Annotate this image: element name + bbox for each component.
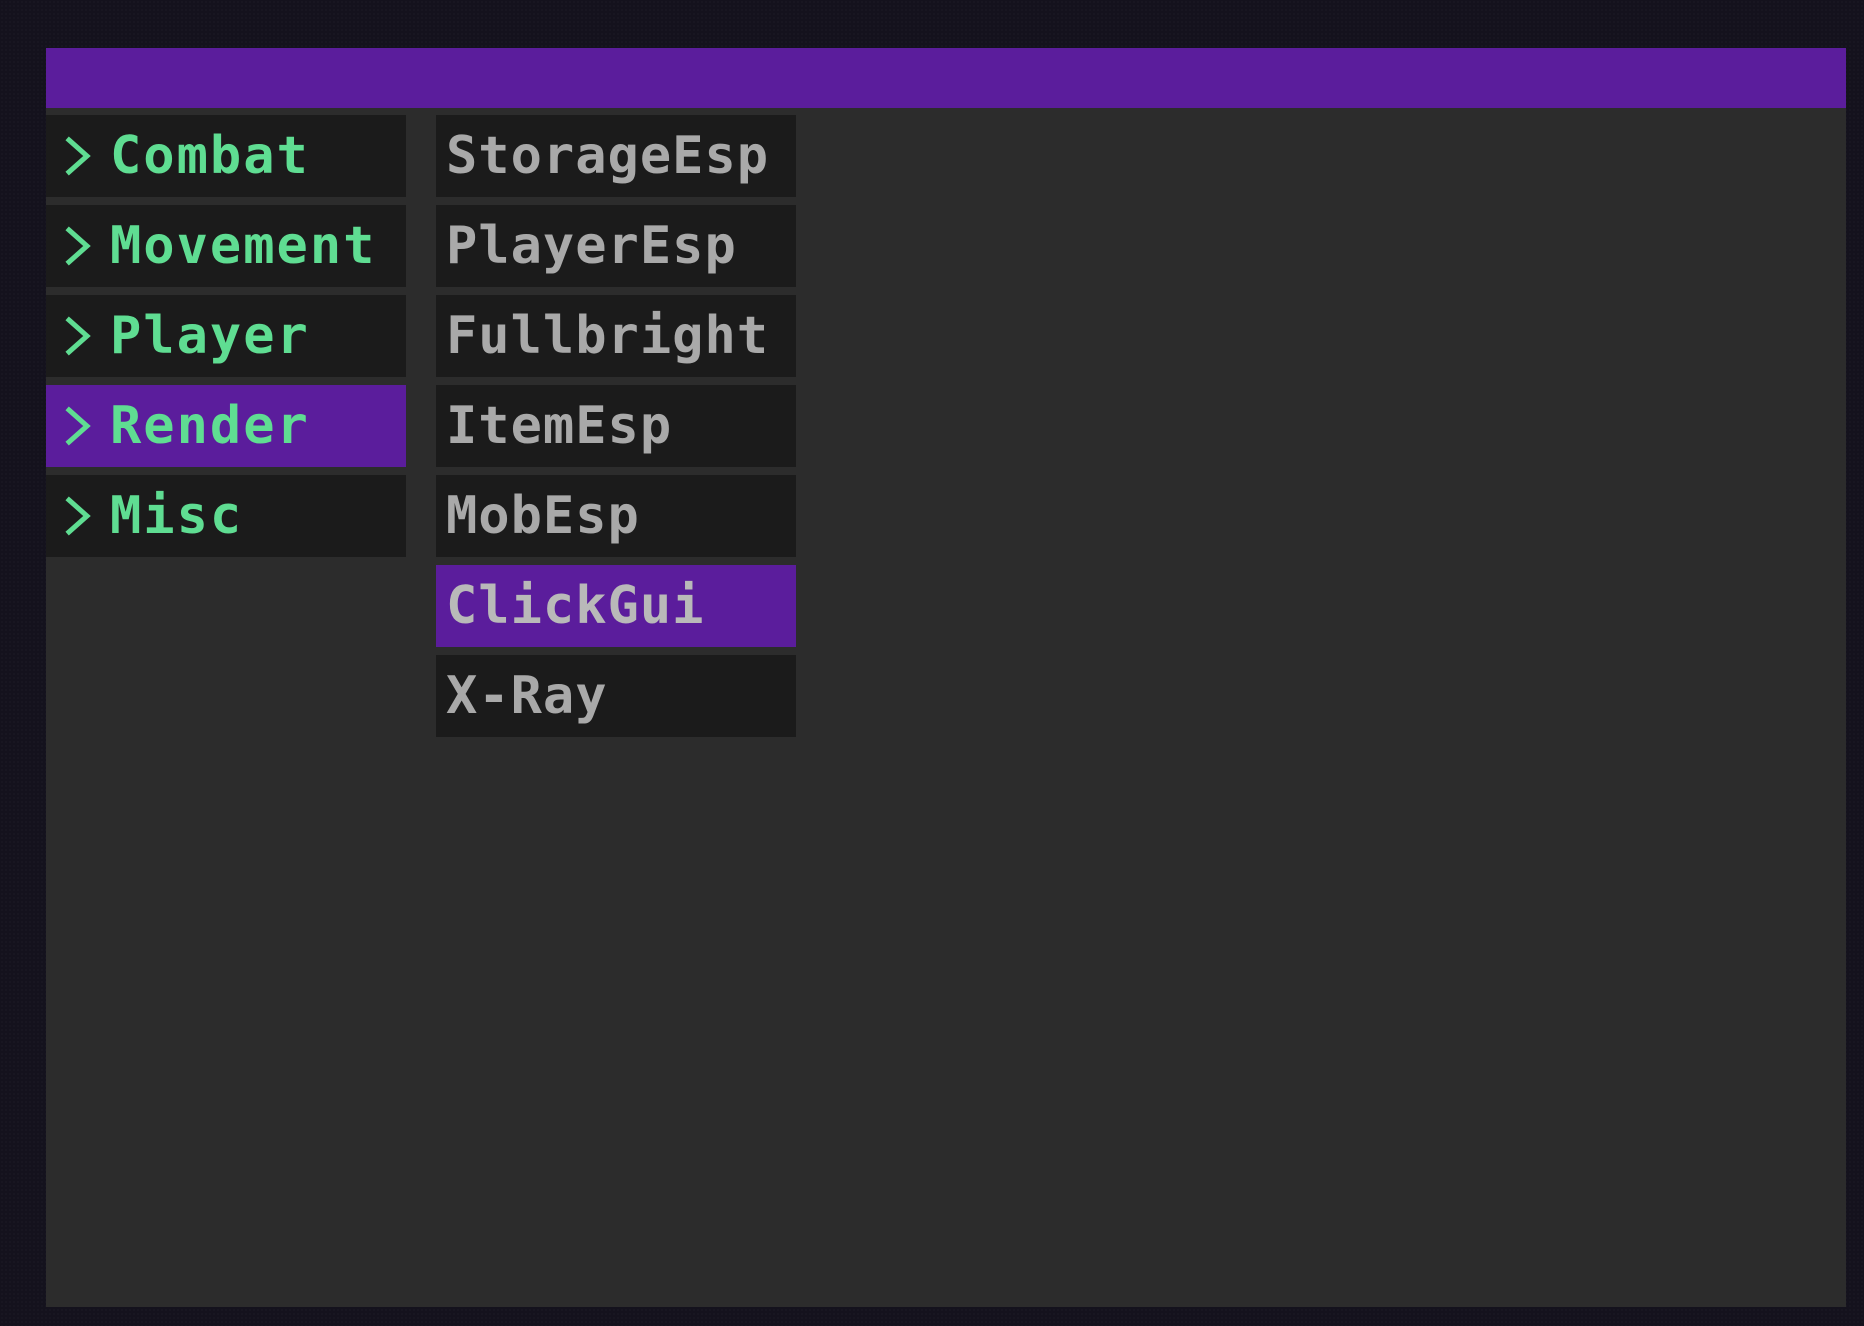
module-label: PlayerEsp <box>446 216 737 276</box>
module-label: Fullbright <box>446 306 770 366</box>
category-label: Misc <box>110 486 244 546</box>
module-label: MobEsp <box>446 486 640 546</box>
category-item-render[interactable]: Render <box>46 385 406 467</box>
module-label: ItemEsp <box>446 396 673 456</box>
module-item-playeresp[interactable]: PlayerEsp <box>436 205 796 287</box>
chevron-right-icon <box>46 406 110 446</box>
chevron-right-icon <box>46 226 110 266</box>
module-label: ClickGui <box>446 576 705 636</box>
category-label: Player <box>110 306 310 366</box>
module-item-xray[interactable]: X-Ray <box>436 655 796 737</box>
module-item-fullbright[interactable]: Fullbright <box>436 295 796 377</box>
category-item-movement[interactable]: Movement <box>46 205 406 287</box>
title-bar[interactable] <box>46 48 1846 108</box>
module-item-mobesp[interactable]: MobEsp <box>436 475 796 557</box>
category-label: Render <box>110 396 310 456</box>
click-gui-window: Combat Movement Player Render Misc Stora… <box>46 48 1846 1307</box>
chevron-right-icon <box>46 496 110 536</box>
module-label: StorageEsp <box>446 126 770 186</box>
category-item-player[interactable]: Player <box>46 295 406 377</box>
module-label: X-Ray <box>446 666 608 726</box>
module-item-storageesp[interactable]: StorageEsp <box>436 115 796 197</box>
module-list: StorageEsp PlayerEsp Fullbright ItemEsp … <box>436 115 796 745</box>
category-item-misc[interactable]: Misc <box>46 475 406 557</box>
chevron-right-icon <box>46 136 110 176</box>
module-item-clickgui[interactable]: ClickGui <box>436 565 796 647</box>
category-item-combat[interactable]: Combat <box>46 115 406 197</box>
chevron-right-icon <box>46 316 110 356</box>
category-label: Movement <box>110 216 377 276</box>
category-list: Combat Movement Player Render Misc <box>46 115 406 565</box>
category-label: Combat <box>110 126 310 186</box>
module-item-itemesp[interactable]: ItemEsp <box>436 385 796 467</box>
